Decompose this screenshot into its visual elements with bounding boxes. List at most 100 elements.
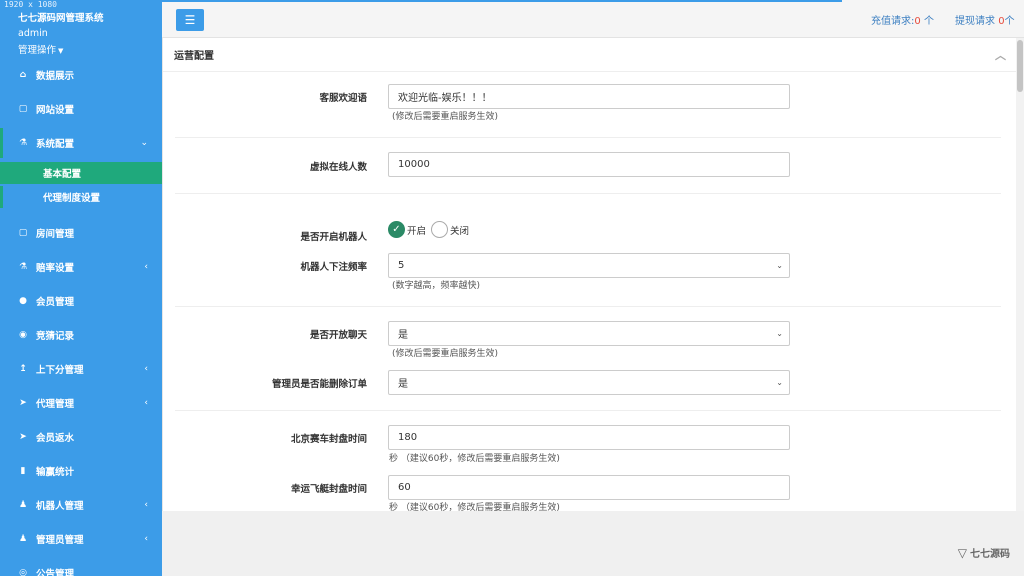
flask-icon: ⚗ bbox=[18, 138, 28, 148]
window-icon: ▢ bbox=[18, 228, 28, 238]
hamburger-icon: ☰ bbox=[184, 13, 196, 27]
bar-chart-icon: ▮ bbox=[20, 466, 26, 476]
username: admin bbox=[18, 28, 48, 39]
chevron-left-icon: ‹ bbox=[144, 534, 148, 544]
bullhorn-icon: ◎ bbox=[19, 568, 27, 576]
robot-enable-off-radio[interactable]: 关闭 bbox=[431, 221, 469, 238]
sidebar-item-robots[interactable]: ♟ 机器人管理 ‹ bbox=[0, 490, 162, 520]
recharge-requests-link[interactable]: 充值请求:0 个 bbox=[871, 12, 934, 27]
bj-close-help: 秒 （建议60秒，修改后需要重启服务生效) bbox=[389, 454, 560, 464]
robot-frequency-label: 机器人下注频率 bbox=[300, 262, 367, 273]
window-icon: ▢ bbox=[18, 104, 28, 114]
user-icon: ● bbox=[19, 296, 27, 306]
sidebar-item-odds[interactable]: ⚗ 赔率设置 ‹ bbox=[0, 252, 162, 282]
watermark: ▽ 七七源码 bbox=[957, 545, 1010, 561]
sidebar-item-members[interactable]: ● 会员管理 bbox=[0, 286, 162, 316]
scrollbar[interactable] bbox=[1016, 38, 1024, 511]
sidebar-item-rooms[interactable]: ▢ 房间管理 bbox=[0, 218, 162, 248]
select-value: 是 bbox=[398, 379, 408, 390]
chevron-down-icon: ⌄ bbox=[776, 378, 783, 387]
top-bar: ☰ 充值请求:0 个 提现请求 0个 bbox=[162, 0, 1024, 38]
chat-help: (修改后需要重启服务生效) bbox=[392, 349, 499, 359]
radio-empty-icon bbox=[431, 221, 448, 238]
bj-close-time-input[interactable]: 180 bbox=[388, 425, 790, 450]
chevron-down-icon: ⌄ bbox=[776, 261, 783, 270]
sidebar-item-label: 管理员管理 bbox=[36, 535, 84, 546]
sidebar-item-bet-records[interactable]: ◉ 竞猜记录 bbox=[0, 320, 162, 350]
collapse-chevron-up-icon[interactable]: ︿ bbox=[995, 47, 1006, 63]
welcome-message-input[interactable]: 欢迎光临-娱乐！！！ bbox=[388, 84, 790, 109]
online-count-label: 虚拟在线人数 bbox=[309, 162, 367, 173]
panel-header: 运营配置 ︿ bbox=[163, 38, 1016, 72]
sidebar-item-label: 会员返水 bbox=[36, 433, 75, 444]
chat-enable-select[interactable]: 是 ⌄ bbox=[388, 321, 790, 346]
sidebar-item-label: 网站设置 bbox=[36, 105, 75, 116]
chevron-left-icon: ‹ bbox=[144, 500, 148, 510]
online-count-input[interactable]: 10000 bbox=[388, 152, 790, 177]
sidebar-item-system-config[interactable]: ⚗ 系统配置 ⌄ bbox=[0, 128, 162, 158]
sidebar-item-label: 房间管理 bbox=[36, 229, 75, 240]
sidebar-item-label: 公告管理 bbox=[36, 569, 75, 576]
chevron-left-icon: ‹ bbox=[144, 398, 148, 408]
sidebar-item-label: 代理管理 bbox=[36, 399, 75, 410]
admin-delete-select[interactable]: 是 ⌄ bbox=[388, 370, 790, 395]
brand-title: 七七源码网管理系统 bbox=[18, 13, 104, 24]
sidebar-item-rebate[interactable]: ➤ 会员返水 bbox=[0, 422, 162, 452]
recharge-count: 0 bbox=[914, 16, 921, 27]
recharge-label: 充值请求: bbox=[871, 16, 915, 27]
caret-down-icon: ▼ bbox=[58, 47, 64, 55]
check-icon: ✓ bbox=[388, 221, 405, 238]
welcome-label: 客服欢迎语 bbox=[319, 93, 367, 104]
divider bbox=[175, 137, 1001, 138]
sidebar-subitem-agent-settings[interactable]: 代理制度设置 bbox=[0, 186, 162, 208]
divider bbox=[175, 410, 1001, 411]
sidebar-item-announcements[interactable]: ◎ 公告管理 bbox=[0, 558, 162, 576]
flask-icon: ⚗ bbox=[18, 262, 28, 272]
sidebar-item-dashboard[interactable]: ⌂ 数据展示 bbox=[0, 60, 162, 90]
sidebar: 1920 x 1080 七七源码网管理系统 admin 管理操作 ▼ ⌂ 数据展示… bbox=[0, 0, 162, 576]
robot-frequency-help: (数字越高，频率越快) bbox=[392, 281, 481, 291]
robot-enable-on-radio[interactable]: ✓ 开启 bbox=[388, 221, 426, 238]
send-icon: ➤ bbox=[19, 432, 27, 442]
sidebar-item-agents[interactable]: ➤ 代理管理 ‹ bbox=[0, 388, 162, 418]
sidebar-item-label: 输赢统计 bbox=[36, 467, 75, 478]
sidebar-item-admins[interactable]: ♟ 管理员管理 ‹ bbox=[0, 524, 162, 554]
boat-close-label: 幸运飞艇封盘时间 bbox=[290, 484, 367, 495]
boat-close-time-input[interactable]: 60 bbox=[388, 475, 790, 500]
robot-enable-label: 是否开启机器人 bbox=[300, 232, 367, 243]
level-up-icon: ↥ bbox=[19, 364, 27, 374]
boat-close-help: 秒 （建议60秒，修改后需要重启服务生效) bbox=[389, 503, 560, 513]
sidebar-subitem-label: 代理制度设置 bbox=[43, 193, 101, 204]
withdraw-requests-link[interactable]: 提现请求 0个 bbox=[955, 12, 1015, 27]
ops-label: 管理操作 bbox=[18, 45, 57, 56]
chevron-down-icon: ⌄ bbox=[776, 329, 783, 338]
chat-enable-label: 是否开放聊天 bbox=[309, 330, 367, 341]
sidebar-item-label: 竞猜记录 bbox=[36, 331, 75, 342]
loading-bar bbox=[162, 0, 842, 2]
ops-dropdown[interactable]: 管理操作 ▼ bbox=[18, 42, 63, 56]
sidebar-item-site-settings[interactable]: ▢ 网站设置 bbox=[0, 94, 162, 124]
welcome-help: (修改后需要重启服务生效) bbox=[392, 112, 499, 122]
select-value: 是 bbox=[398, 330, 408, 341]
send-icon: ➤ bbox=[19, 398, 27, 408]
divider bbox=[175, 306, 1001, 307]
menu-toggle-button[interactable]: ☰ bbox=[176, 9, 204, 31]
scrollbar-thumb[interactable] bbox=[1017, 40, 1023, 92]
divider bbox=[175, 193, 1001, 194]
sidebar-item-label: 赔率设置 bbox=[36, 263, 75, 274]
sidebar-subitem-label: 基本配置 bbox=[43, 169, 82, 180]
radio-label: 开启 bbox=[407, 225, 427, 237]
robot-frequency-select[interactable]: 5 ⌄ bbox=[388, 253, 790, 278]
sidebar-item-credit[interactable]: ↥ 上下分管理 ‹ bbox=[0, 354, 162, 384]
person-icon: ♟ bbox=[18, 500, 28, 510]
config-panel: 运营配置 ︿ 客服欢迎语 欢迎光临-娱乐！！！ (修改后需要重启服务生效) 虚拟… bbox=[162, 38, 1016, 513]
panel-title: 运营配置 bbox=[174, 51, 214, 62]
admin-delete-label: 管理员是否能删除订单 bbox=[271, 379, 367, 390]
sidebar-item-stats[interactable]: ▮ 输赢统计 bbox=[0, 456, 162, 486]
sidebar-subitem-basic-config[interactable]: 基本配置 bbox=[0, 162, 162, 184]
v-logo-icon: ▽ bbox=[957, 545, 967, 560]
resolution-label: 1920 x 1080 bbox=[4, 0, 57, 9]
chevron-down-icon: ⌄ bbox=[140, 138, 148, 148]
radio-label: 关闭 bbox=[450, 225, 470, 237]
sidebar-item-label: 会员管理 bbox=[36, 297, 75, 308]
